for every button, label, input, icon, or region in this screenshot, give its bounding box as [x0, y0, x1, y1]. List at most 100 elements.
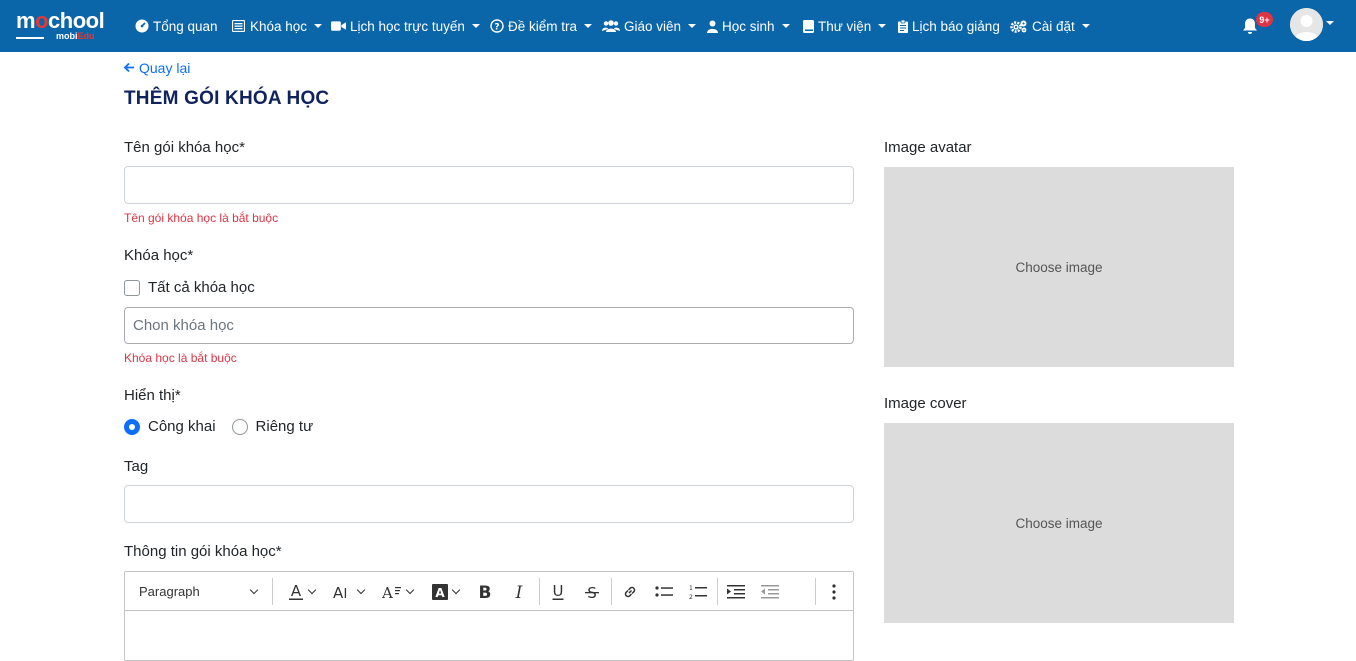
- package-name-label: Tên gói khóa học*: [124, 139, 245, 156]
- avatar[interactable]: [1290, 8, 1323, 41]
- toolbar-divider: [611, 578, 612, 605]
- radio-private-label[interactable]: Riêng tư: [256, 418, 314, 435]
- course-error: Khóa học là bắt buộc: [124, 351, 237, 365]
- svg-text:A: A: [333, 584, 344, 600]
- more-icon[interactable]: [823, 572, 845, 611]
- toolbar-divider: [539, 578, 540, 605]
- caret-down-icon: [314, 24, 323, 28]
- rich-text-editor: Paragraph A AI A A B I U S: [124, 571, 854, 661]
- indent-icon[interactable]: [723, 572, 749, 611]
- visibility-label: Hiển thị*: [124, 387, 181, 404]
- outdent-icon[interactable]: [757, 572, 783, 611]
- link-icon[interactable]: [618, 572, 642, 611]
- nav-item-settings[interactable]: Cài đặt: [1010, 0, 1090, 52]
- course-select[interactable]: Chon khóa học: [124, 307, 854, 344]
- back-link[interactable]: Quay lại: [123, 60, 191, 76]
- video-icon: [331, 19, 346, 34]
- choose-image-label: Choose image: [1015, 259, 1103, 275]
- image-cover-picker[interactable]: Choose image: [884, 423, 1234, 623]
- visibility-radio-group: Công khai Riêng tư: [124, 418, 329, 435]
- nav-item-tests[interactable]: ? Đề kiểm tra: [489, 0, 593, 52]
- svg-text:A: A: [290, 583, 301, 600]
- course-select-placeholder: Chon khóa học: [133, 317, 234, 334]
- nav-item-label: Lịch học trực tuyến: [350, 18, 465, 34]
- nav-item-label: Lịch báo giảng: [912, 18, 1000, 34]
- page-title: THÊM GÓI KHÓA HỌC: [124, 88, 330, 109]
- caret-down-icon: [878, 24, 887, 28]
- question-icon: ?: [489, 19, 504, 34]
- svg-text:I: I: [343, 587, 347, 600]
- highlight-icon[interactable]: A: [425, 572, 465, 611]
- heading-dropdown[interactable]: Paragraph: [133, 572, 263, 611]
- logo-underline: [16, 37, 44, 39]
- nav-item-students[interactable]: Học sinh: [706, 0, 790, 52]
- image-cover-label: Image cover: [884, 395, 967, 412]
- svg-text:1: 1: [689, 585, 693, 592]
- logo-sub: mobiEdu: [56, 31, 95, 41]
- tag-label: Tag: [124, 458, 149, 475]
- numbered-list-icon[interactable]: 12: [685, 572, 711, 611]
- svg-text:2: 2: [689, 594, 693, 600]
- toolbar-divider: [272, 578, 273, 605]
- caret-down-icon: [1081, 24, 1090, 28]
- package-name-input[interactable]: [124, 166, 854, 204]
- all-courses-checkbox[interactable]: [124, 279, 140, 296]
- nav-item-label: Cài đặt: [1032, 18, 1075, 34]
- strikethrough-icon[interactable]: S: [580, 572, 604, 611]
- font-color-icon[interactable]: A: [281, 572, 321, 611]
- heading-dropdown-label: Paragraph: [139, 584, 200, 599]
- bulleted-list-icon[interactable]: [651, 572, 677, 611]
- choose-image-label: Choose image: [1015, 515, 1103, 531]
- editor-content-area[interactable]: [125, 612, 853, 660]
- font-size-icon[interactable]: AI: [327, 572, 369, 611]
- svg-text:?: ?: [494, 23, 499, 33]
- user-icon: [706, 19, 718, 34]
- caret-down-icon: [471, 24, 480, 28]
- all-courses-label: Tất cả khóa học: [148, 279, 255, 296]
- radio-private[interactable]: [231, 418, 248, 435]
- svg-text:A: A: [382, 584, 393, 600]
- toolbar-divider: [717, 578, 718, 605]
- nav-item-teachers[interactable]: Giáo viên: [602, 0, 697, 52]
- chevron-down-icon: [249, 585, 259, 594]
- logo[interactable]: mochool mobiEdu: [16, 10, 112, 42]
- radio-public-label[interactable]: Công khai: [148, 418, 216, 435]
- svg-text:U: U: [553, 583, 564, 600]
- gears-icon: [1010, 19, 1028, 34]
- nav-item-lesson-schedule[interactable]: Lịch báo giảng: [897, 0, 1000, 52]
- nav-item-library[interactable]: Thư viện: [802, 0, 887, 52]
- svg-text:B: B: [479, 584, 492, 600]
- caret-down-icon: [688, 24, 697, 28]
- logo-wordmark: mochool: [16, 8, 105, 33]
- package-info-label: Thông tin gói khóa học*: [124, 543, 282, 560]
- nav-item-label: Tổng quan: [153, 18, 218, 34]
- tag-input[interactable]: [124, 485, 854, 523]
- nav-item-label: Đề kiểm tra: [508, 18, 578, 34]
- list-icon: [231, 19, 246, 34]
- notification-badge: 9+: [1256, 12, 1273, 27]
- back-label: Quay lại: [139, 60, 191, 76]
- chevron-down-icon: [307, 585, 316, 594]
- bold-icon[interactable]: B: [473, 572, 497, 611]
- underline-icon[interactable]: U: [546, 572, 570, 611]
- nav-item-overview[interactable]: Tổng quan: [134, 0, 218, 52]
- book-icon: [802, 19, 814, 34]
- course-label: Khóa học*: [124, 247, 194, 264]
- nav-item-label: Khóa học: [250, 18, 308, 34]
- nav-item-label: Giáo viên: [624, 18, 682, 34]
- image-avatar-picker[interactable]: Choose image: [884, 167, 1234, 367]
- nav-item-courses[interactable]: Khóa học: [231, 0, 323, 52]
- arrow-left-icon: [123, 61, 135, 76]
- italic-icon[interactable]: I: [507, 572, 531, 611]
- chevron-down-icon: [451, 585, 460, 594]
- all-courses-checkbox-row[interactable]: Tất cả khóa học: [124, 279, 255, 296]
- toolbar-divider: [815, 578, 816, 605]
- font-family-icon[interactable]: A: [377, 572, 417, 611]
- svg-text:A: A: [435, 586, 445, 600]
- dashboard-icon: [134, 19, 149, 34]
- caret-down-icon[interactable]: [1326, 21, 1334, 25]
- nav-item-label: Thư viện: [818, 18, 872, 34]
- nav-item-online-schedule[interactable]: Lịch học trực tuyến: [331, 0, 480, 52]
- radio-public[interactable]: [124, 418, 140, 435]
- chevron-down-icon: [356, 585, 365, 594]
